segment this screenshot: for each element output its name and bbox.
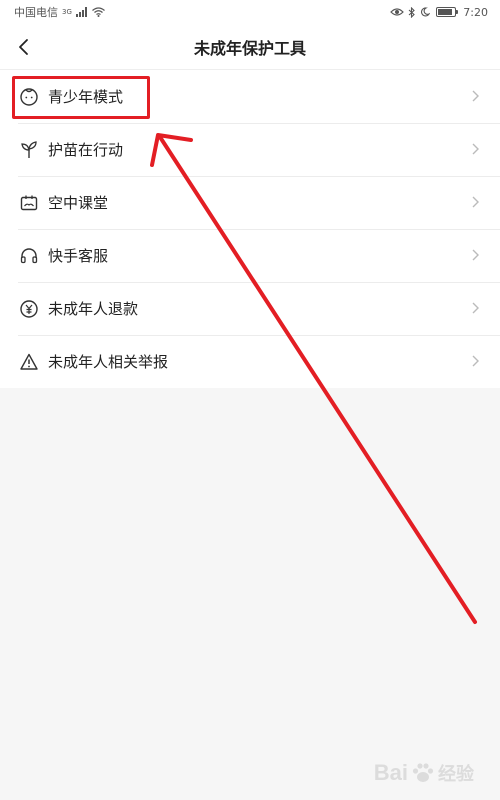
status-right: 7:20 (390, 6, 488, 19)
chevron-right-icon (472, 143, 479, 155)
paw-logo-icon (412, 763, 434, 782)
battery-icon (436, 7, 459, 17)
menu-item-minor-report[interactable]: 未成年人相关举报 (0, 335, 500, 388)
refund-icon (18, 298, 40, 320)
menu-item-air-classroom[interactable]: 空中课堂 (0, 176, 500, 229)
menu-item-teen-mode[interactable]: 青少年模式 (0, 70, 500, 123)
battery-fill (438, 9, 452, 15)
sprout-icon (18, 139, 40, 161)
classroom-icon (18, 192, 40, 214)
menu-item-label: 未成年人退款 (48, 300, 139, 318)
bluetooth-icon (408, 6, 416, 18)
chevron-left-icon (19, 39, 28, 55)
menu-list: 青少年模式 护苗在行动 空中课堂 快手客服 未成年人退款 未成年人相关举报 (0, 70, 500, 388)
chevron-right-icon (472, 355, 479, 367)
menu-item-customer-service[interactable]: 快手客服 (0, 229, 500, 282)
moon-icon (421, 7, 431, 17)
watermark: Bai 经验 (374, 760, 474, 786)
menu-item-label: 护苗在行动 (48, 141, 124, 159)
chevron-right-icon (472, 196, 479, 208)
eye-comfort-icon (390, 8, 405, 16)
menu-item-minor-refund[interactable]: 未成年人退款 (0, 282, 500, 335)
wifi-icon (91, 7, 105, 17)
warning-icon (18, 351, 40, 373)
chevron-right-icon (472, 249, 479, 261)
menu-item-label: 未成年人相关举报 (48, 353, 169, 371)
headset-icon (18, 245, 40, 267)
chevron-right-icon (472, 90, 479, 102)
watermark-suffix: 经验 (438, 764, 474, 784)
signal-icon (75, 7, 87, 17)
menu-item-label: 快手客服 (48, 247, 109, 265)
status-bar: 中国电信 3G 7:20 (0, 0, 500, 24)
menu-item-label: 青少年模式 (48, 88, 124, 106)
network-type-label: 3G (62, 8, 72, 16)
nav-bar: 未成年保护工具 (0, 24, 500, 70)
watermark-brand: Bai (373, 760, 408, 785)
chevron-right-icon (472, 302, 479, 314)
back-button[interactable] (8, 31, 40, 63)
status-time: 7:20 (463, 5, 488, 19)
menu-item-seedling-action[interactable]: 护苗在行动 (0, 123, 500, 176)
carrier-label: 中国电信 (14, 6, 58, 19)
status-left: 中国电信 3G (14, 4, 105, 20)
child-face-icon (18, 86, 40, 108)
page-title: 未成年保护工具 (193, 38, 306, 58)
menu-item-label: 空中课堂 (48, 194, 109, 212)
